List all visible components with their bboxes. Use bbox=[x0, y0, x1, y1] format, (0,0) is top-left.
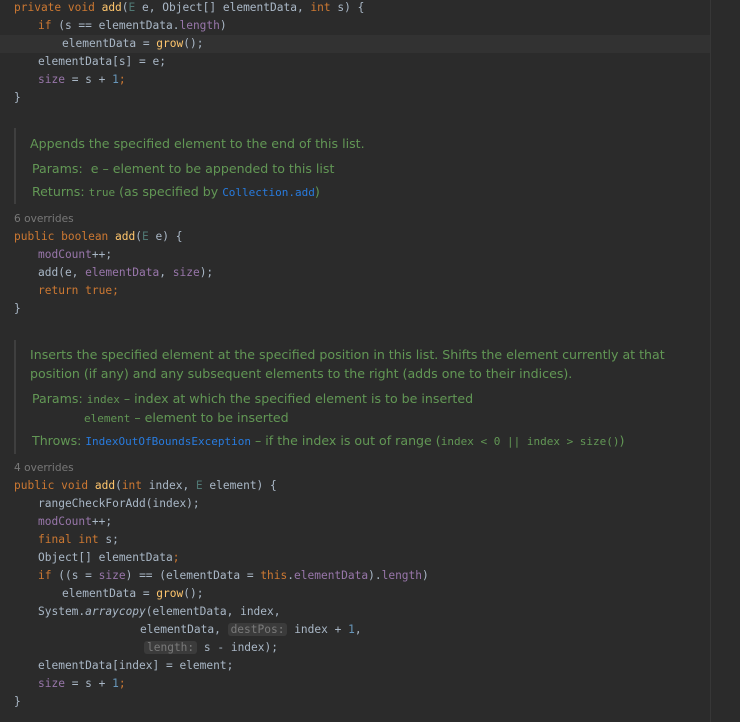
doc-throws: Throws: IndexOutOfBoundsException – if t… bbox=[32, 433, 625, 448]
javadoc-block[interactable]: Appends the specified element to the end… bbox=[14, 128, 718, 204]
code-line[interactable]: length: s - index); bbox=[144, 639, 278, 657]
doc-summary: Appends the specified element to the end… bbox=[30, 136, 365, 151]
code-line[interactable]: add(e, elementData, size); bbox=[38, 264, 213, 282]
code-line[interactable]: elementData[s] = e; bbox=[38, 53, 166, 71]
code-line[interactable]: } bbox=[14, 89, 21, 107]
code-line[interactable]: elementData = grow(); bbox=[62, 585, 203, 603]
code-line[interactable]: System.arraycopy(elementData, index, bbox=[38, 603, 281, 621]
code-line[interactable]: private void add(E e, Object[] elementDa… bbox=[14, 0, 364, 17]
code-line[interactable]: Object[] elementData; bbox=[38, 549, 179, 567]
code-line[interactable]: modCount++; bbox=[38, 513, 112, 531]
code-line[interactable]: elementData[index] = element; bbox=[38, 657, 233, 675]
code-editor[interactable]: private void add(E e, Object[] elementDa… bbox=[0, 0, 740, 722]
code-line[interactable]: return true; bbox=[38, 282, 119, 300]
param-hint-destpos: destPos: bbox=[227, 623, 288, 636]
code-line[interactable]: } bbox=[14, 693, 21, 711]
code-line[interactable]: rangeCheckForAdd(index); bbox=[38, 495, 200, 513]
code-line[interactable]: final int s; bbox=[38, 531, 119, 549]
doc-params: Params: index – index at which the speci… bbox=[32, 391, 474, 406]
code-line[interactable]: public boolean add(E e) { bbox=[14, 228, 182, 246]
overrides-hint[interactable]: 4 overrides bbox=[14, 460, 74, 476]
code-line[interactable]: } bbox=[14, 300, 21, 318]
code-line[interactable]: elementData, destPos: index + 1, bbox=[140, 621, 362, 639]
doc-params: Params: e – element to be appended to th… bbox=[32, 161, 335, 176]
code-line[interactable]: modCount++; bbox=[38, 246, 112, 264]
doc-summary: Inserts the specified element at the spe… bbox=[30, 347, 665, 362]
code-line[interactable]: public void add(int index, E element) { bbox=[14, 477, 277, 495]
param-hint-length: length: bbox=[144, 641, 198, 654]
doc-param: element – element to be inserted bbox=[84, 410, 289, 425]
code-line[interactable]: if (s == elementData.length) bbox=[38, 17, 227, 35]
code-line[interactable]: if ((s = size) == (elementData = this.el… bbox=[38, 567, 429, 585]
doc-summary: position (if any) and any subsequent ele… bbox=[30, 366, 573, 381]
javadoc-block[interactable]: Inserts the specified element at the spe… bbox=[14, 340, 718, 454]
code-line[interactable]: size = s + 1; bbox=[38, 71, 126, 89]
overrides-hint[interactable]: 6 overrides bbox=[14, 211, 74, 227]
doc-link-collection-add[interactable]: Collection.add bbox=[222, 186, 315, 199]
doc-returns: Returns: true (as specified by Collectio… bbox=[32, 184, 320, 199]
doc-link-exception[interactable]: IndexOutOfBoundsException bbox=[85, 435, 251, 448]
code-line[interactable]: elementData = grow(); bbox=[62, 35, 203, 53]
code-line[interactable]: size = s + 1; bbox=[38, 675, 126, 693]
